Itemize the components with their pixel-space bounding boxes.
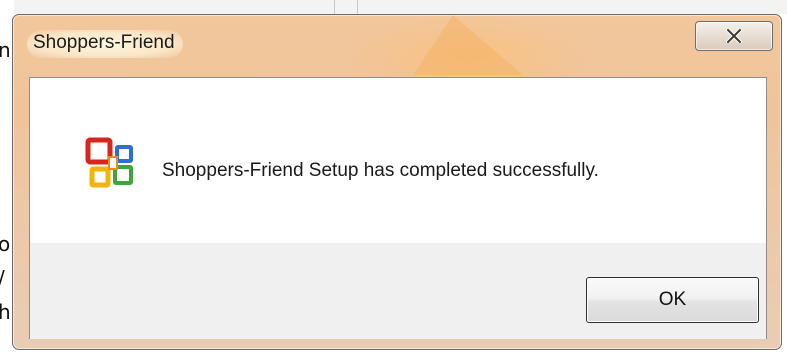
background-text: o	[0, 232, 11, 256]
dialog-title: Shoppers-Friend	[27, 30, 183, 58]
toolbar-separator	[357, 0, 358, 14]
close-button[interactable]	[695, 21, 773, 51]
background-text: /	[0, 266, 5, 290]
background-toolbar	[14, 0, 787, 14]
close-x-icon	[726, 29, 742, 43]
completion-message: Shoppers-Friend Setup has completed succ…	[162, 160, 599, 181]
background-text: n	[0, 38, 11, 62]
message-area: Shoppers-Friend Setup has completed succ…	[30, 78, 766, 243]
background-text: h	[0, 300, 11, 324]
dialog-window: Shoppers-Friend Shoppers-Friend Setup ha…	[12, 14, 782, 350]
office-setup-icon	[84, 136, 140, 192]
toolbar-separator	[334, 0, 335, 14]
frame-glow-shape	[413, 15, 523, 75]
ok-button[interactable]: OK	[586, 277, 759, 323]
button-bar: OK	[30, 243, 766, 339]
dialog-client-area: Shoppers-Friend Setup has completed succ…	[29, 77, 767, 339]
